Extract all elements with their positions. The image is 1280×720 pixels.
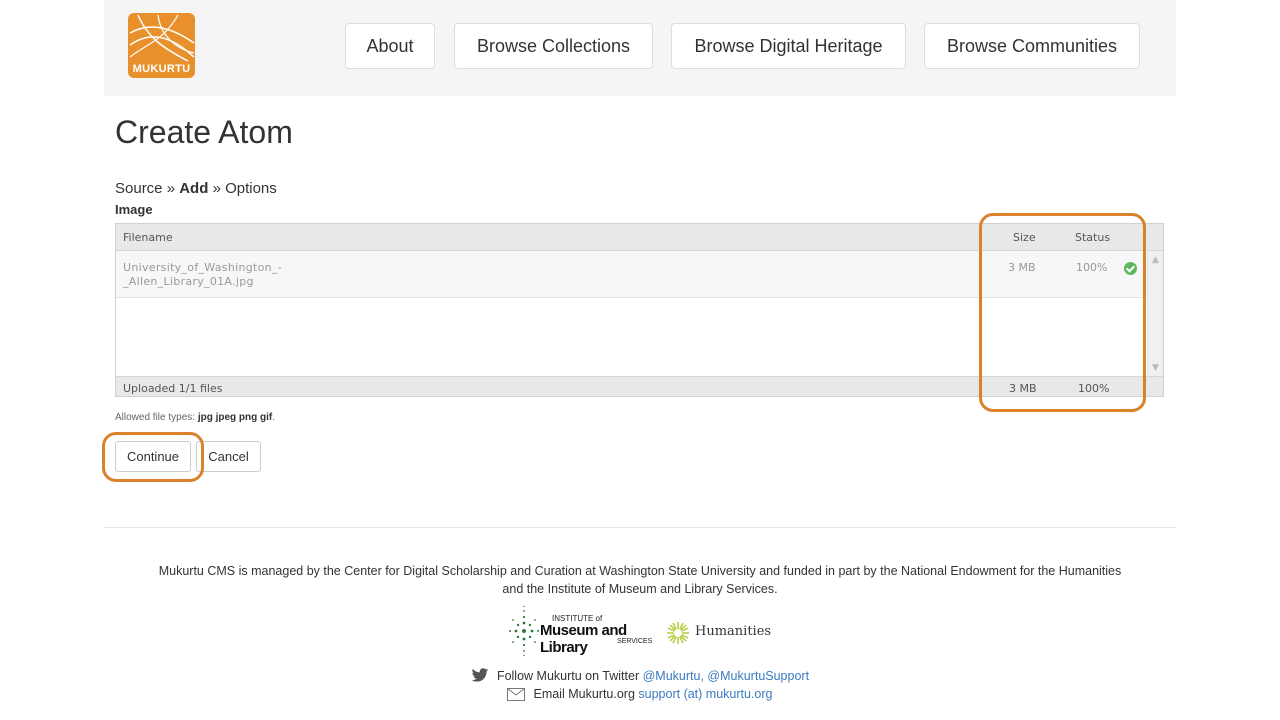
breadcrumb-separator: » bbox=[212, 180, 221, 197]
breadcrumb-source: Source bbox=[115, 180, 163, 197]
breadcrumb-add: Add bbox=[179, 180, 209, 197]
footer-credits: Mukurtu CMS is managed by the Center for… bbox=[158, 564, 1122, 596]
breadcrumb: Source » Add » Options bbox=[115, 180, 277, 197]
size-status-highlight bbox=[979, 213, 1146, 412]
footer-divider bbox=[104, 527, 1176, 528]
allowed-types-list: jpg jpeg png gif bbox=[197, 412, 273, 423]
twitter-link-mukurtu[interactable]: @Mukurtu, bbox=[643, 669, 704, 683]
neh-logo[interactable]: Humanities bbox=[666, 620, 771, 646]
scroll-down-icon[interactable]: ▼ bbox=[1152, 363, 1159, 373]
page-title: Create Atom bbox=[115, 114, 293, 150]
twitter-link-mukurtusupport[interactable]: @MukurtuSupport bbox=[707, 669, 809, 683]
mukurtu-logo[interactable]: MUKURTU bbox=[128, 13, 195, 78]
twitter-line: Follow Mukurtu on Twitter @Mukurtu, @Muk… bbox=[104, 668, 1176, 686]
neh-text: Humanities bbox=[695, 624, 772, 639]
site-header: MUKURTU About Browse Collections Browse … bbox=[104, 0, 1176, 96]
twitter-icon bbox=[471, 668, 489, 686]
logo-text: MUKURTU bbox=[132, 63, 191, 75]
continue-highlight bbox=[102, 432, 204, 482]
upload-list-scrollbar[interactable]: ▲ ▼ bbox=[1147, 251, 1163, 377]
nav-browse-digital-heritage[interactable]: Browse Digital Heritage bbox=[671, 23, 906, 69]
nav-browse-collections[interactable]: Browse Collections bbox=[454, 23, 653, 69]
envelope-icon bbox=[507, 688, 526, 704]
imls-text-bottom: SERVICES bbox=[617, 638, 653, 645]
email-line: Email Mukurtu.org support (at) mukurtu.o… bbox=[104, 687, 1176, 704]
nav-browse-communities[interactable]: Browse Communities bbox=[924, 23, 1140, 69]
upload-summary: Uploaded 1/1 files bbox=[123, 382, 223, 395]
allowed-file-types: Allowed file types: jpg jpeg png gif. bbox=[115, 412, 276, 423]
neh-sun-icon bbox=[667, 622, 689, 644]
scroll-up-icon[interactable]: ▲ bbox=[1152, 255, 1159, 265]
imls-burst-icon bbox=[509, 605, 539, 657]
column-filename: Filename bbox=[123, 231, 173, 244]
cancel-button[interactable]: Cancel bbox=[196, 441, 261, 472]
support-email-link[interactable]: support (at) mukurtu.org bbox=[638, 687, 772, 701]
file-name: University_of_Washington_- _Allen_Librar… bbox=[123, 261, 283, 288]
field-label-image: Image bbox=[115, 202, 153, 217]
imls-logo[interactable]: INSTITUTE of Museum and Library SERVICES bbox=[507, 605, 657, 657]
breadcrumb-options: Options bbox=[225, 180, 277, 197]
nav-about[interactable]: About bbox=[345, 23, 435, 69]
breadcrumb-separator: » bbox=[166, 180, 176, 197]
